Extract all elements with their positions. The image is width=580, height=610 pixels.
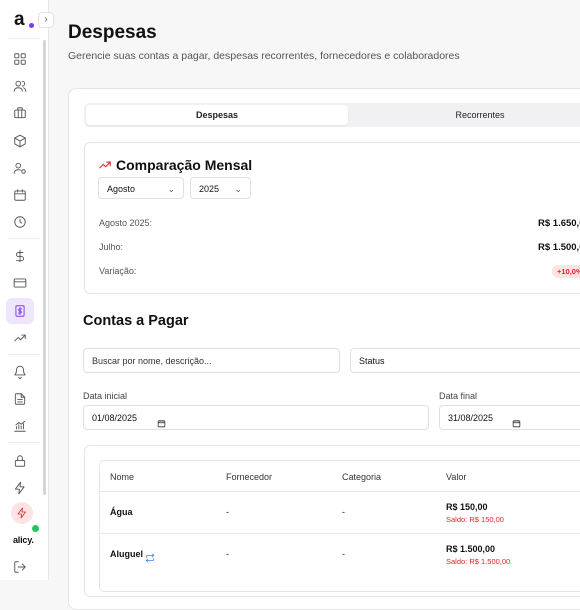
start-date-label: Data inicial [83,391,128,401]
comparison-title: Comparação Mensal [116,157,253,173]
brand-logo-dot [29,23,34,28]
start-date-field[interactable]: 01/08/2025 [83,405,429,430]
tab-list: Despesas Recorrentes [84,103,580,127]
header-divider [100,491,580,492]
current-month-label: Agosto 2025: [99,218,153,228]
document-icon[interactable] [10,389,30,409]
row-balance: Saldo: R$ 150,00 [446,515,504,524]
row-name: Água [110,507,133,517]
brand-logo[interactable]: a [14,9,34,31]
sidebar-scrollbar[interactable] [43,40,46,495]
variation-badge: +10,0% [552,265,580,278]
row-category: - [342,507,345,517]
tab-recorrentes[interactable]: Recorrentes [350,105,580,125]
logout-icon[interactable] [10,557,30,577]
page-title: Despesas [68,22,157,43]
payables-table: Nome Fornecedor Categoria Valor Água - -… [99,460,580,592]
invoice-dollar-icon[interactable] [6,298,34,324]
status-select[interactable]: Status [350,348,580,373]
payables-title: Contas a Pagar [83,313,189,329]
sidebar: a › alicy. [0,0,54,580]
chevron-down-icon: ⌄ [234,184,242,194]
search-input[interactable] [83,348,340,373]
column-header-value[interactable]: Valor [446,472,466,482]
package-icon[interactable] [10,131,30,151]
calendar-icon[interactable] [512,413,521,428]
sidebar-divider [8,354,40,355]
calendar-icon[interactable] [157,413,166,428]
recurring-icon [145,550,155,563]
dollar-icon[interactable] [10,246,30,266]
sidebar-divider [8,238,40,239]
row-name: Aluguel [110,549,143,559]
row-supplier: - [226,549,229,559]
previous-month-label: Julho: [99,242,124,252]
chevron-down-icon: ⌄ [167,184,175,194]
users-icon[interactable] [10,76,30,96]
briefcase-icon[interactable] [10,103,30,123]
dashboard-icon[interactable] [10,49,30,69]
month-select[interactable]: Agosto ⌄ [98,177,184,199]
row-balance: Saldo: R$ 1.500,00 [446,557,511,566]
page-subtitle: Gerencie suas contas a pagar, despesas r… [68,50,460,62]
sidebar-divider [8,442,40,443]
zap-alert-icon[interactable] [11,502,33,524]
end-date-value: 31/08/2025 [448,413,494,423]
row-divider [100,533,580,534]
user-settings-icon[interactable] [10,158,30,178]
sidebar-divider [8,38,40,39]
previous-month-value: R$ 1.500,00 [538,242,580,253]
month-select-value: Agosto [107,184,136,194]
column-header-category[interactable]: Categoria [342,472,381,482]
analytics-icon[interactable] [10,416,30,436]
variation-label: Variação: [99,266,137,276]
start-date-value: 01/08/2025 [92,413,138,423]
online-status-indicator [31,524,40,533]
end-date-field[interactable]: 31/08/2025 [439,405,580,430]
row-value: R$ 150,00 [446,502,488,512]
collapse-sidebar-button[interactable]: › [38,12,54,28]
year-select-value: 2025 [199,184,220,194]
tab-despesas[interactable]: Despesas [86,105,348,125]
brand-logo-text: a [14,9,25,30]
current-month-value: R$ 1.650,00 [538,218,580,229]
trending-up-icon [98,158,112,172]
trending-up-icon[interactable] [10,328,30,348]
column-header-supplier[interactable]: Fornecedor [226,472,272,482]
lock-icon[interactable] [10,451,30,471]
year-select[interactable]: 2025 ⌄ [190,177,251,199]
footer-logo: alicy. [13,535,34,545]
row-supplier: - [226,507,229,517]
calendar-icon[interactable] [10,185,30,205]
row-category: - [342,549,345,559]
column-header-name[interactable]: Nome [110,472,134,482]
end-date-label: Data final [439,391,478,401]
zap-icon[interactable] [10,478,30,498]
row-value: R$ 1.500,00 [446,544,496,554]
bell-icon[interactable] [10,362,30,382]
credit-card-icon[interactable] [10,273,30,293]
status-select-placeholder: Status [359,356,385,366]
clock-icon[interactable] [10,212,30,232]
